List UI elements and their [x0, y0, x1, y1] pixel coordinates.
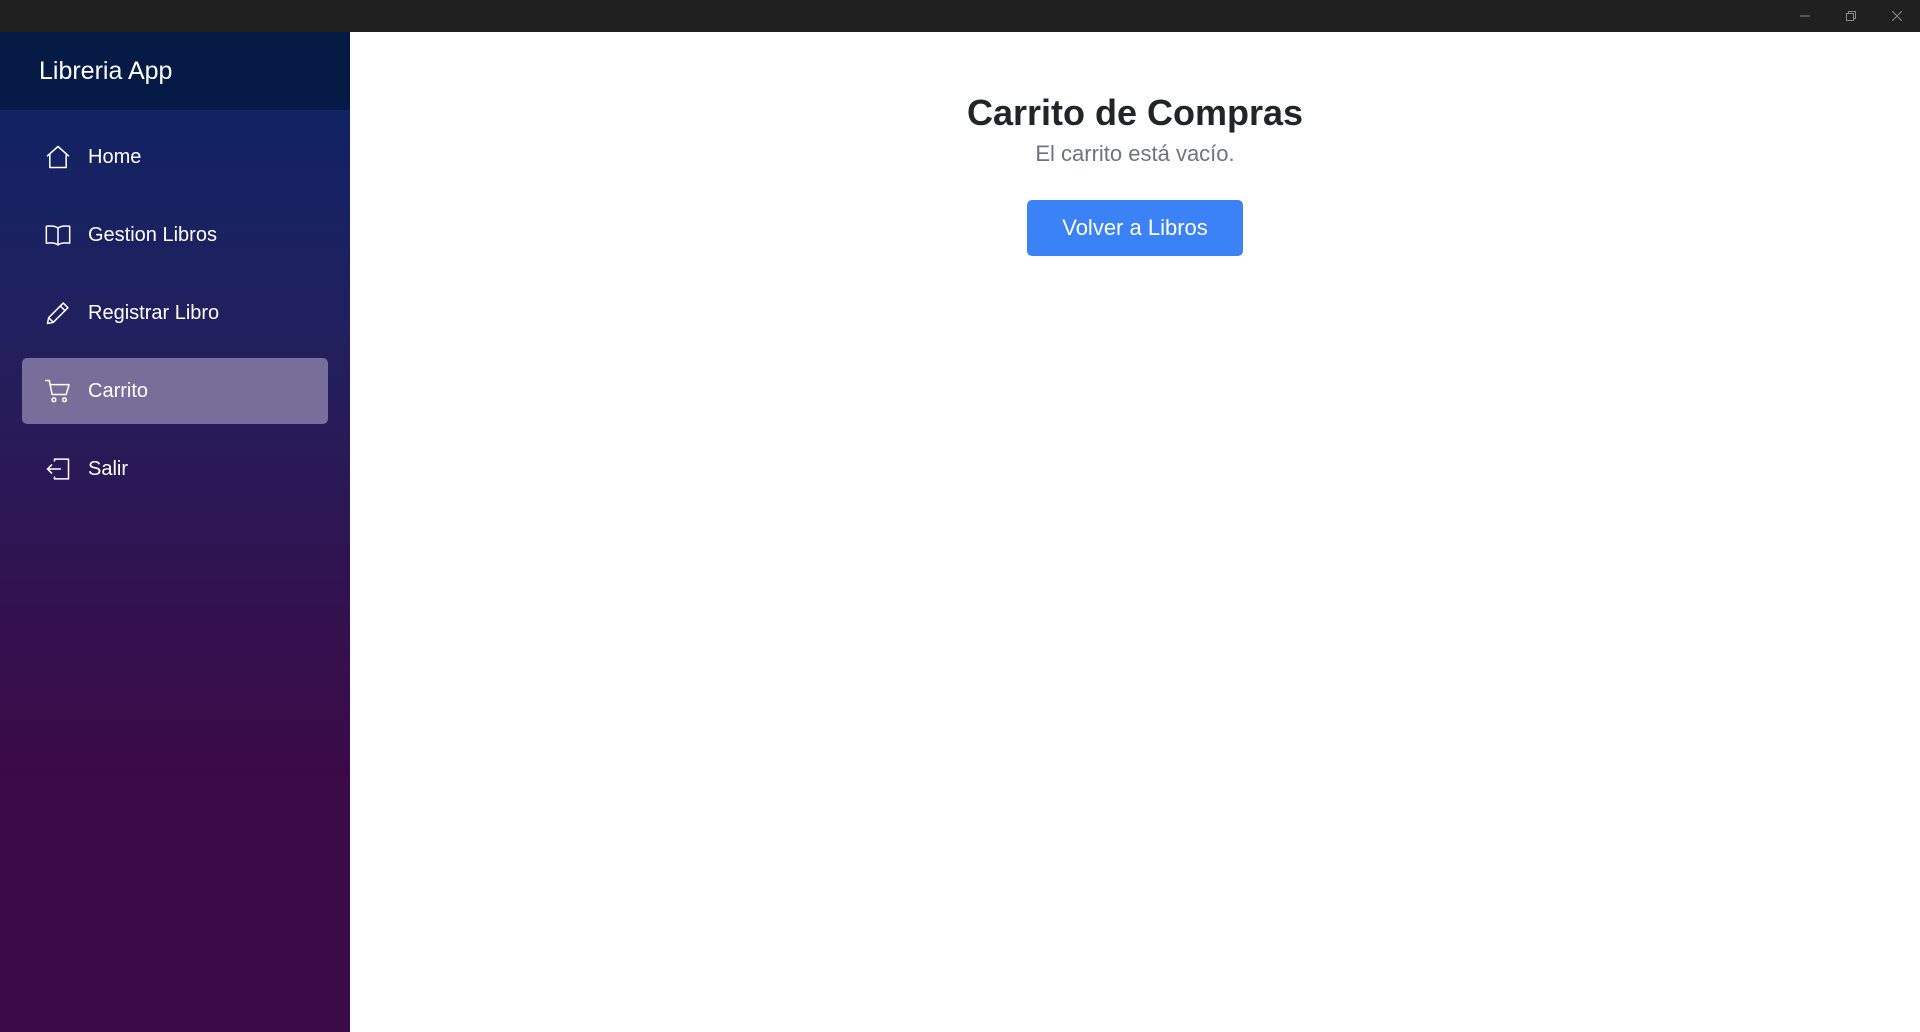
close-button[interactable] — [1874, 0, 1920, 32]
restore-button[interactable] — [1828, 0, 1874, 32]
minimize-icon — [1800, 11, 1810, 21]
main-content: Carrito de Compras El carrito está vacío… — [350, 32, 1920, 1032]
sidebar-item-home[interactable]: Home — [22, 124, 328, 190]
pencil-icon — [43, 298, 73, 328]
sidebar-item-label: Gestion Libros — [88, 223, 217, 246]
sidebar-nav: Home Gestion Libros Registrar Libro Carr… — [0, 110, 350, 502]
sidebar-item-label: Registrar Libro — [88, 301, 220, 324]
cart-icon — [43, 376, 73, 406]
window-titlebar — [0, 0, 1920, 32]
empty-cart-message: El carrito está vacío. — [1035, 141, 1235, 166]
app-title: Libreria App — [39, 56, 173, 85]
sidebar-item-label: Salir — [88, 457, 129, 480]
restore-icon — [1846, 11, 1856, 21]
exit-icon — [43, 454, 73, 484]
sidebar-item-label: Home — [88, 145, 142, 168]
sidebar: Libreria App Home Gestion Libros Registr… — [0, 32, 350, 1032]
page-title: Carrito de Compras — [966, 92, 1304, 133]
back-to-books-button[interactable]: Volver a Libros — [1027, 200, 1243, 256]
cart-panel: Carrito de Compras El carrito está vacío… — [350, 32, 1920, 256]
book-open-icon — [43, 220, 73, 250]
close-icon — [1892, 11, 1902, 21]
window-controls — [1782, 0, 1920, 32]
minimize-button[interactable] — [1782, 0, 1828, 32]
sidebar-item-label: Carrito — [88, 379, 149, 402]
sidebar-item-registrar-libro[interactable]: Registrar Libro — [22, 280, 328, 346]
sidebar-item-gestion-libros[interactable]: Gestion Libros — [22, 202, 328, 268]
home-icon — [43, 142, 73, 172]
sidebar-item-carrito[interactable]: Carrito — [22, 358, 328, 424]
sidebar-item-salir[interactable]: Salir — [22, 436, 328, 502]
app-brand: Libreria App — [0, 32, 350, 110]
